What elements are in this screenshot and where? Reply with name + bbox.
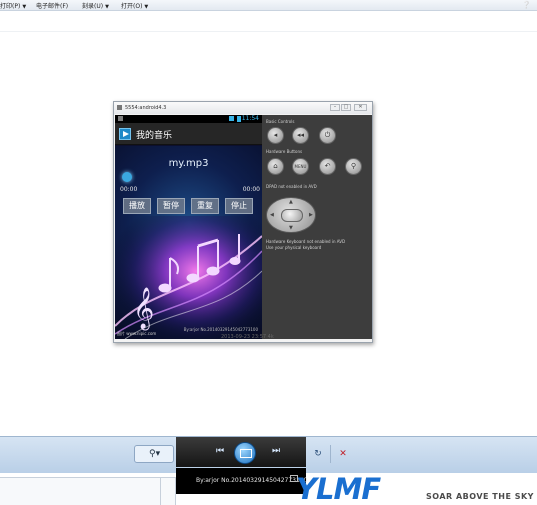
emulator-app-icon bbox=[117, 105, 122, 110]
svg-text:𝄞: 𝄞 bbox=[133, 287, 154, 330]
previous-icon[interactable]: ⏮ bbox=[212, 444, 228, 458]
pause-button[interactable]: 暂停 bbox=[157, 198, 185, 214]
repeat-button[interactable]: 重复 bbox=[191, 198, 219, 214]
keyboard-label: Hardware Keyboard not enabled in AVD bbox=[266, 239, 346, 244]
keyboard-note: Use your physical keyboard bbox=[266, 245, 322, 250]
app-play-icon bbox=[119, 128, 131, 140]
volume-down-icon[interactable]: ◂ bbox=[267, 127, 284, 144]
close-button[interactable]: ✕ bbox=[354, 104, 367, 111]
tooltip: By:arjor No.20140329145042773100 bbox=[176, 468, 307, 494]
player-stage: 𝄞 my.mp3 00:00 00:00 播放 暂停 重复 停止 By:arjo… bbox=[115, 146, 262, 339]
dpad-label: DPAD not enabled in AVD bbox=[266, 184, 317, 189]
time-elapsed: 00:00 bbox=[120, 186, 138, 193]
music-notes-artwork: 𝄞 bbox=[115, 216, 262, 339]
help-icon[interactable]: ❔ bbox=[522, 1, 531, 9]
maximize-button[interactable]: □ bbox=[341, 104, 351, 111]
menu-bar: 打印(P) ▼ 电子邮件(F) 刻录(U) ▼ 打开(O) ▼ ❔ bbox=[0, 0, 537, 11]
status-time: 11:54 bbox=[241, 115, 259, 122]
battery-icon bbox=[237, 116, 241, 122]
menu-print[interactable]: 打印(P) ▼ bbox=[0, 1, 26, 10]
file-info-text: 2013-09-23 23:57 4k bbox=[221, 334, 274, 340]
phone-screen: 11:54 我的音乐 𝄞 my.mp3 00:00 00:00 播放 暂停 重复… bbox=[115, 115, 262, 339]
hardware-buttons-label: Hardware Buttons bbox=[266, 149, 303, 154]
divider bbox=[0, 31, 537, 32]
chevron-down-icon: ▼ bbox=[144, 4, 149, 10]
artwork-watermark: 图片 www.nipic.com bbox=[117, 331, 157, 336]
chevron-down-icon: ▼ bbox=[22, 4, 27, 10]
stop-button[interactable]: 停止 bbox=[225, 198, 253, 214]
bottom-panel bbox=[0, 477, 176, 505]
delete-icon[interactable]: ✕ bbox=[335, 447, 351, 461]
notification-icon bbox=[118, 116, 123, 121]
seek-slider-knob[interactable] bbox=[122, 172, 132, 182]
slideshow-button[interactable] bbox=[234, 442, 256, 464]
power-icon[interactable]: ⏻ bbox=[319, 127, 336, 144]
zoom-button[interactable]: ⚲▾ bbox=[134, 445, 174, 463]
signal-icon bbox=[229, 116, 234, 121]
dpad-right-icon[interactable]: ▶ bbox=[309, 212, 313, 218]
app-bar: 我的音乐 bbox=[115, 123, 262, 145]
song-title: my.mp3 bbox=[168, 158, 209, 169]
next-icon[interactable]: ⏭ bbox=[268, 444, 284, 458]
dpad-left-icon[interactable]: ◀ bbox=[270, 212, 274, 218]
chevron-down-icon: ▼ bbox=[105, 4, 109, 10]
emulator-controls-panel: Basic Controls ◂ ◂◂ ⏻ Hardware Buttons ⌂… bbox=[262, 115, 372, 339]
play-button[interactable]: 播放 bbox=[123, 198, 151, 214]
dpad-control[interactable]: ▲ ▼ ◀ ▶ bbox=[266, 197, 316, 233]
minimize-button[interactable]: – bbox=[330, 104, 340, 111]
logo-tagline: SOAR ABOVE THE SKY bbox=[426, 492, 534, 501]
dpad-down-icon[interactable]: ▼ bbox=[289, 225, 293, 231]
logo-text: YLMF bbox=[296, 472, 381, 505]
back-icon[interactable]: ↶ bbox=[319, 158, 336, 175]
dpad-up-icon[interactable]: ▲ bbox=[289, 199, 293, 205]
time-total: 00:00 bbox=[242, 186, 260, 193]
artwork-credit: By:arjor No.20140329145042773100 bbox=[183, 327, 258, 332]
volume-up-icon[interactable]: ◂◂ bbox=[292, 127, 309, 144]
dpad-center-button[interactable] bbox=[281, 209, 303, 222]
status-bar: 11:54 bbox=[115, 115, 262, 123]
emulator-window: 5554:android4.3 – □ ✕ 11:54 我的音乐 𝄞 my.mp… bbox=[113, 101, 373, 343]
home-icon[interactable]: ⌂ bbox=[267, 158, 284, 175]
emulator-title: 5554:android4.3 bbox=[125, 105, 167, 111]
menu-button[interactable]: MENU bbox=[292, 158, 309, 175]
basic-controls-label: Basic Controls bbox=[266, 119, 295, 124]
zoom-icon: ⚲▾ bbox=[149, 449, 161, 459]
search-icon[interactable]: ⚲ bbox=[345, 158, 362, 175]
rotate-right-icon[interactable]: ↻ bbox=[310, 447, 326, 461]
toolbar-divider bbox=[330, 445, 331, 463]
app-title: 我的音乐 bbox=[136, 131, 173, 141]
menu-email[interactable]: 电子邮件(F) bbox=[36, 1, 68, 10]
menu-burn[interactable]: 刻录(U) ▼ bbox=[82, 1, 109, 10]
emulator-titlebar[interactable]: 5554:android4.3 – □ ✕ bbox=[114, 102, 372, 114]
menu-open[interactable]: 打开(O) ▼ bbox=[121, 1, 148, 10]
